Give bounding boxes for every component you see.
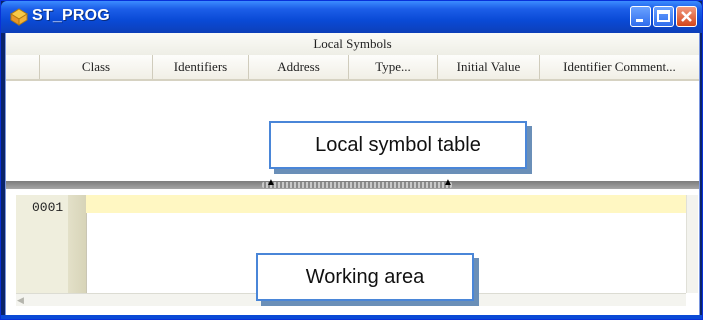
column-header-initial-value[interactable]: Initial Value bbox=[438, 55, 540, 79]
folder-gem-icon bbox=[10, 8, 28, 26]
minimize-button[interactable] bbox=[630, 6, 651, 27]
gutter-margin-strip bbox=[68, 195, 86, 293]
working-area-callout: Working area bbox=[256, 253, 474, 301]
splitter-up-arrow-icon-right[interactable]: ▲ bbox=[443, 178, 453, 188]
close-button[interactable] bbox=[676, 6, 697, 27]
local-symbol-table-callout: Local symbol table bbox=[269, 121, 527, 169]
current-line-highlight[interactable] bbox=[86, 195, 686, 213]
line-number-gutter: 0001 bbox=[16, 195, 87, 293]
column-header-class[interactable]: Class bbox=[40, 55, 153, 79]
vertical-scrollbar[interactable] bbox=[686, 195, 698, 293]
working-area-editor[interactable]: 0001 ◀ Working area bbox=[6, 189, 699, 315]
minimize-icon bbox=[636, 19, 643, 22]
row-header-stub bbox=[6, 55, 40, 79]
symbol-table-caption-text: Local Symbols bbox=[313, 36, 392, 51]
symbol-table-caption: Local Symbols bbox=[6, 33, 699, 56]
splitter-up-arrow-icon[interactable]: ▲ bbox=[266, 178, 276, 188]
pane-splitter[interactable]: ▲ ▲ bbox=[6, 178, 699, 189]
close-icon bbox=[681, 11, 692, 22]
line-number: 0001 bbox=[32, 200, 64, 215]
title-bar[interactable]: ST_PROG bbox=[1, 1, 702, 33]
column-header-identifiers[interactable]: Identifiers bbox=[153, 55, 249, 79]
column-header-type[interactable]: Type... bbox=[349, 55, 438, 79]
column-header-identifier-comment[interactable]: Identifier Comment... bbox=[540, 55, 699, 79]
st-prog-window: ST_PROG Local Symbols Class Identifiers … bbox=[0, 0, 703, 320]
splitter-grip[interactable] bbox=[262, 182, 452, 188]
window-client-area: Local Symbols Class Identifiers Address … bbox=[5, 33, 700, 315]
window-bottom-border bbox=[1, 315, 702, 319]
column-header-address[interactable]: Address bbox=[249, 55, 349, 79]
maximize-button[interactable] bbox=[653, 6, 674, 27]
scroll-left-arrow-icon[interactable]: ◀ bbox=[17, 294, 24, 306]
maximize-icon bbox=[657, 10, 670, 22]
symbol-table-header: Class Identifiers Address Type... Initia… bbox=[6, 55, 699, 81]
window-title: ST_PROG bbox=[32, 7, 110, 24]
